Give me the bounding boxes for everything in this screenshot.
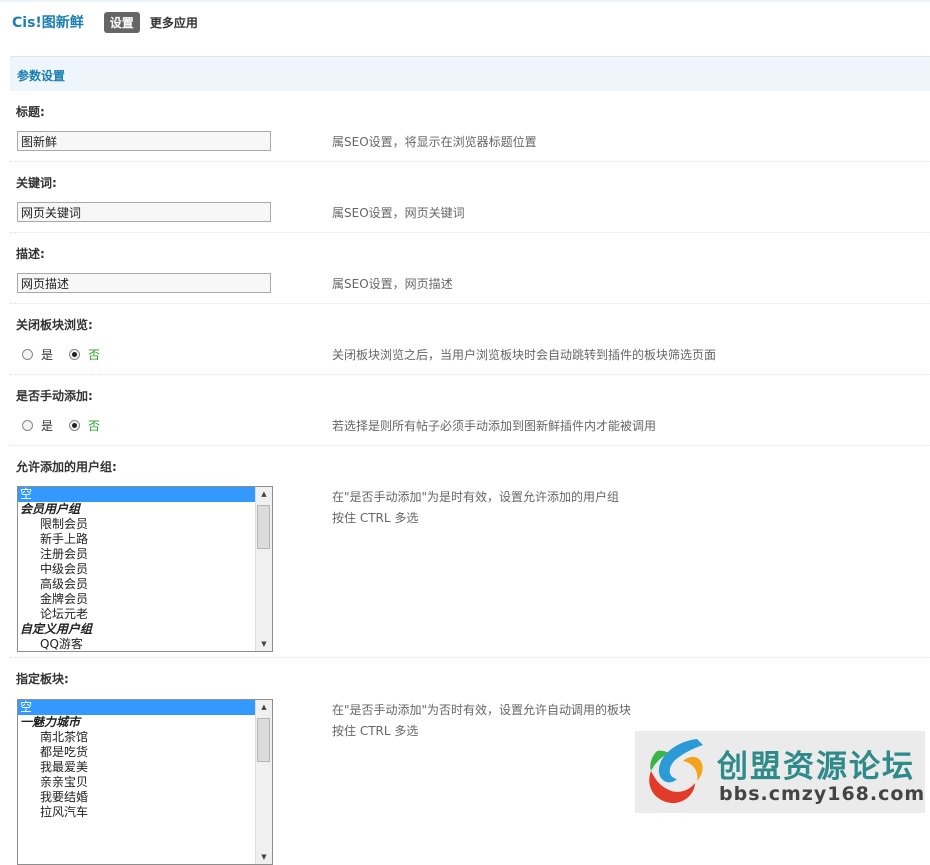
field-tip: 属SEO设置，将显示在浏览器标题位置 xyxy=(332,135,537,149)
row-close-forum-browse: 关闭板块浏览: 是 否 关闭板块浏览之后，当用户浏览板块时会自动跳转到插件的板块… xyxy=(10,309,930,375)
allowed-groups-listbox[interactable]: 空会员用户组 限制会员 新手上路 注册会员 中级会员 高级会员 金牌会员 论坛元老 自定义用户组… xyxy=(17,486,273,652)
listbox-option[interactable]: 拉风汽车 xyxy=(18,805,255,820)
watermark-url: bbs.cmzy168.com xyxy=(719,783,926,805)
listbox-option[interactable]: 亲亲宝贝 xyxy=(18,775,255,790)
scroll-thumb[interactable] xyxy=(257,505,270,549)
listbox-option[interactable]: 我最爱美 xyxy=(18,760,255,775)
field-tip-ctrl: 按住 CTRL 多选 xyxy=(332,724,419,738)
field-label: 是否手动添加: xyxy=(16,389,93,403)
listbox-option[interactable]: 会员用户组 xyxy=(18,502,255,517)
section-header: 参数设置 xyxy=(10,56,930,91)
field-tip: 若选择是则所有帖子必须手动添加到图新鲜插件内才能被调用 xyxy=(332,419,657,433)
field-tip-ctrl: 按住 CTRL 多选 xyxy=(332,511,419,525)
field-label: 指定板块: xyxy=(16,672,69,686)
listbox-option[interactable]: 都是吃货 xyxy=(18,745,255,760)
app-title: Cis!图新鲜 xyxy=(12,15,84,31)
listbox-option[interactable]: 新手上路 xyxy=(18,532,255,547)
scroll-down-arrow-icon[interactable]: ▼ xyxy=(256,850,272,864)
listbox-option[interactable]: QQ游客 xyxy=(18,637,255,651)
row-title: 标题: 属SEO设置，将显示在浏览器标题位置 xyxy=(10,96,930,162)
listbox-option[interactable]: 南北茶馆 xyxy=(18,730,255,745)
field-tip: 在"是否手动添加"为是时有效，设置允许添加的用户组 xyxy=(332,490,620,504)
listbox-option[interactable]: 自定义用户组 xyxy=(18,622,255,637)
field-tip: 属SEO设置，网页关键词 xyxy=(332,206,465,220)
radio-no[interactable] xyxy=(69,420,81,431)
header: Cis!图新鲜 设置 更多应用 xyxy=(12,10,198,34)
listbox-option[interactable]: 中级会员 xyxy=(18,562,255,577)
swirl-logo-icon xyxy=(649,739,703,804)
field-label: 标题: xyxy=(16,105,45,119)
listbox-option[interactable]: 注册会员 xyxy=(18,547,255,562)
manual-add-radio-group: 是 否 xyxy=(22,417,116,434)
top-border xyxy=(0,0,930,2)
listbox-option[interactable]: 论坛元老 xyxy=(18,607,255,622)
radio-yes-label[interactable]: 是 xyxy=(41,417,53,434)
close-forum-radio-group: 是 否 xyxy=(22,346,116,363)
description-input[interactable] xyxy=(17,273,271,293)
field-label: 描述: xyxy=(16,247,45,261)
row-description: 描述: 属SEO设置，网页描述 xyxy=(10,238,930,304)
listbox-option[interactable]: 我要结婚 xyxy=(18,790,255,805)
watermark-logo: 创盟资源论坛 bbs.cmzy168.com xyxy=(635,731,925,813)
listbox-options: 空会员用户组 限制会员 新手上路 注册会员 中级会员 高级会员 金牌会员 论坛元老 自定义用户组… xyxy=(18,487,255,651)
scrollbar[interactable]: ▲ ▼ xyxy=(255,487,272,651)
listbox-option[interactable]: 一魅力城市 xyxy=(18,715,255,730)
listbox-option[interactable]: 空 xyxy=(18,700,255,715)
title-input[interactable] xyxy=(17,131,271,151)
scroll-down-arrow-icon[interactable]: ▼ xyxy=(256,637,272,651)
field-tip: 属SEO设置，网页描述 xyxy=(332,277,453,291)
field-label: 关键词: xyxy=(16,176,57,190)
watermark-text: 创盟资源论坛 xyxy=(717,749,915,785)
scroll-up-arrow-icon[interactable]: ▲ xyxy=(256,700,272,714)
listbox-option[interactable]: 限制会员 xyxy=(18,517,255,532)
row-allowed-groups: 允许添加的用户组: 空会员用户组 限制会员 新手上路 注册会员 中级会员 高级会员 金牌会员… xyxy=(10,451,930,658)
radio-no-label[interactable]: 否 xyxy=(88,417,100,434)
radio-no[interactable] xyxy=(69,349,81,360)
listbox-option[interactable]: 空 xyxy=(18,487,255,502)
row-keywords: 关键词: 属SEO设置，网页关键词 xyxy=(10,167,930,233)
field-label: 关闭板块浏览: xyxy=(16,318,93,332)
forums-listbox[interactable]: 空一魅力城市 南北茶馆 都是吃货 我最爱美 亲亲宝贝 我要结婚 拉风汽车 ▲ ▼ xyxy=(17,699,273,865)
listbox-option[interactable]: 高级会员 xyxy=(18,577,255,592)
section-title: 参数设置 xyxy=(17,69,66,83)
scrollbar[interactable]: ▲ ▼ xyxy=(255,700,272,864)
radio-yes-label[interactable]: 是 xyxy=(41,346,53,363)
field-label: 允许添加的用户组: xyxy=(16,460,117,474)
listbox-options: 空一魅力城市 南北茶馆 都是吃货 我最爱美 亲亲宝贝 我要结婚 拉风汽车 xyxy=(18,700,255,864)
listbox-option[interactable]: 金牌会员 xyxy=(18,592,255,607)
row-manual-add: 是否手动添加: 是 否 若选择是则所有帖子必须手动添加到图新鲜插件内才能被调用 xyxy=(10,380,930,446)
field-tip: 在"是否手动添加"为否时有效，设置允许自动调用的板块 xyxy=(332,703,632,717)
keywords-input[interactable] xyxy=(17,202,271,222)
field-tip: 关闭板块浏览之后，当用户浏览板块时会自动跳转到插件的板块筛选页面 xyxy=(332,348,717,362)
radio-yes[interactable] xyxy=(22,349,33,360)
tab-more-apps[interactable]: 更多应用 xyxy=(150,14,198,31)
scroll-up-arrow-icon[interactable]: ▲ xyxy=(256,487,272,501)
radio-yes[interactable] xyxy=(22,420,33,431)
scroll-thumb[interactable] xyxy=(257,718,270,762)
radio-no-label[interactable]: 否 xyxy=(88,346,100,363)
tab-settings[interactable]: 设置 xyxy=(103,11,140,33)
